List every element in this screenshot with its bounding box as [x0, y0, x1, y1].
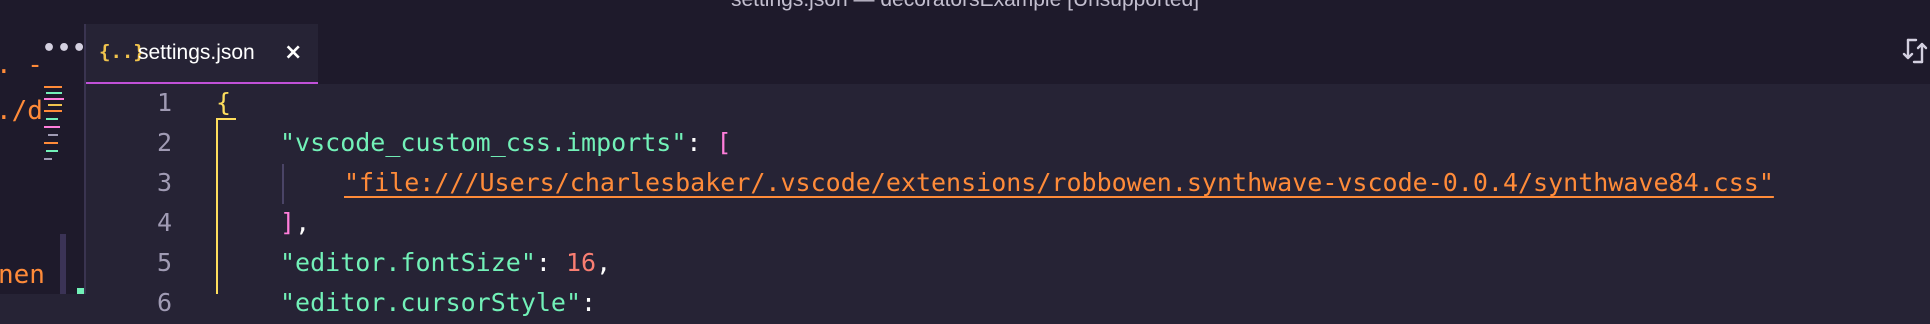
sidebar-change-marker [77, 288, 84, 294]
json-key: "vscode_custom_css.imports" [280, 128, 687, 157]
line-number: 2 [156, 128, 172, 157]
json-separator: , [295, 208, 311, 237]
code-line[interactable]: 3 "file:///Users/charlesbaker/.vscode/ex… [86, 164, 1930, 204]
line-number: 4 [156, 208, 172, 237]
json-number: 16 [565, 248, 597, 277]
more-actions-icon[interactable]: ••• [42, 38, 84, 60]
json-bracket: ] [280, 208, 296, 237]
tab-settings-json[interactable]: {..} settings.json × [86, 24, 318, 84]
minimap-preview[interactable] [44, 84, 66, 169]
json-separator: : [686, 128, 717, 157]
sidebar-scrollbar[interactable] [60, 234, 66, 294]
tab-bar: {..} settings.json × [86, 24, 1930, 84]
json-separator: , [596, 248, 612, 277]
code-line[interactable]: 4 ], [86, 204, 1930, 244]
json-key: "editor.fontSize" [280, 248, 536, 277]
sidebar-file-fragment[interactable]: nen [0, 260, 45, 290]
code-line[interactable]: 5 "editor.fontSize": 16, [86, 244, 1930, 284]
code-text: { [216, 88, 232, 117]
line-number: 6 [156, 288, 172, 317]
tab-label: settings.json [138, 41, 255, 64]
code-line[interactable]: 1 { [86, 84, 1930, 124]
code-line[interactable]: 2 "vscode_custom_css.imports": [ [86, 124, 1930, 164]
compare-changes-icon[interactable] [1902, 36, 1930, 66]
sidebar-file-fragment[interactable]: . - [0, 50, 43, 80]
code-line[interactable]: 6 "editor.cursorStyle": [86, 284, 1930, 324]
json-key: "editor.cursorStyle" [280, 288, 582, 317]
json-separator: : [581, 288, 612, 317]
line-number: 3 [156, 168, 172, 197]
line-number: 5 [156, 248, 172, 277]
json-separator: : [535, 248, 566, 277]
line-number: 1 [156, 88, 172, 117]
sidebar-file-fragment[interactable]: ./d [0, 96, 43, 126]
window-title: settings.json — decoratorsExample [Unsup… [0, 0, 1930, 12]
json-string-link[interactable]: "file:///Users/charlesbaker/.vscode/exte… [344, 168, 1774, 197]
close-icon[interactable]: × [284, 40, 302, 65]
explorer-sidebar: ••• . - ./d nen [0, 24, 84, 294]
json-bracket: [ [716, 128, 732, 157]
title-bar: settings.json — decoratorsExample [Unsup… [0, 0, 1930, 24]
code-editor[interactable]: 1 { 2 "vscode_custom_css.imports": [ 3 "… [86, 84, 1930, 317]
